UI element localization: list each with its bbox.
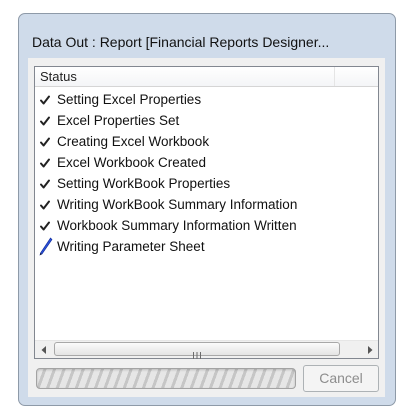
list-item-label: Setting Excel Properties: [57, 92, 202, 107]
window-title: Data Out : Report [Financial Reports Des…: [32, 34, 330, 50]
status-rows: Setting Excel Properties Excel Propertie…: [35, 89, 378, 257]
list-item[interactable]: Excel Workbook Created: [35, 152, 378, 173]
list-item[interactable]: Setting WorkBook Properties: [35, 173, 378, 194]
list-item-label: Writing Parameter Sheet: [57, 239, 205, 254]
check-icon: [39, 131, 53, 152]
list-item-label: Workbook Summary Information Written: [57, 218, 297, 233]
horizontal-scrollbar[interactable]: [35, 340, 378, 359]
list-item[interactable]: Writing WorkBook Summary Information: [35, 194, 378, 215]
list-item-label: Excel Workbook Created: [57, 155, 207, 170]
status-list[interactable]: Status Setting Excel Properties Excel Pr…: [34, 66, 379, 359]
progress-bar: [36, 368, 296, 389]
check-icon: [39, 152, 53, 173]
arrow-right-icon[interactable]: [361, 341, 378, 358]
cancel-button[interactable]: Cancel: [303, 365, 379, 392]
list-item-label: Creating Excel Workbook: [57, 134, 210, 149]
scrollbar-thumb[interactable]: [54, 342, 340, 359]
list-header: Status: [35, 67, 378, 87]
list-item[interactable]: Setting Excel Properties: [35, 89, 378, 110]
check-icon: [39, 89, 53, 110]
arrow-left-icon[interactable]: [35, 341, 52, 358]
list-item[interactable]: Excel Properties Set: [35, 110, 378, 131]
check-icon: [39, 194, 53, 215]
list-item[interactable]: Writing Parameter Sheet: [35, 236, 378, 257]
check-icon: [39, 173, 53, 194]
list-item-label: Excel Properties Set: [57, 113, 180, 128]
dialog-window: Data Out : Report [Financial Reports Des…: [18, 13, 396, 406]
list-item-label: Setting WorkBook Properties: [57, 176, 231, 191]
dialog-client-area: Status Setting Excel Properties Excel Pr…: [28, 58, 385, 397]
column-header-status[interactable]: Status: [35, 67, 335, 86]
list-item-label: Writing WorkBook Summary Information: [57, 197, 298, 212]
list-item[interactable]: Creating Excel Workbook: [35, 131, 378, 152]
list-item[interactable]: Workbook Summary Information Written: [35, 215, 378, 236]
pencil-icon: [39, 236, 53, 257]
check-icon: [39, 215, 53, 236]
grip-icon: [191, 346, 203, 359]
check-icon: [39, 110, 53, 131]
